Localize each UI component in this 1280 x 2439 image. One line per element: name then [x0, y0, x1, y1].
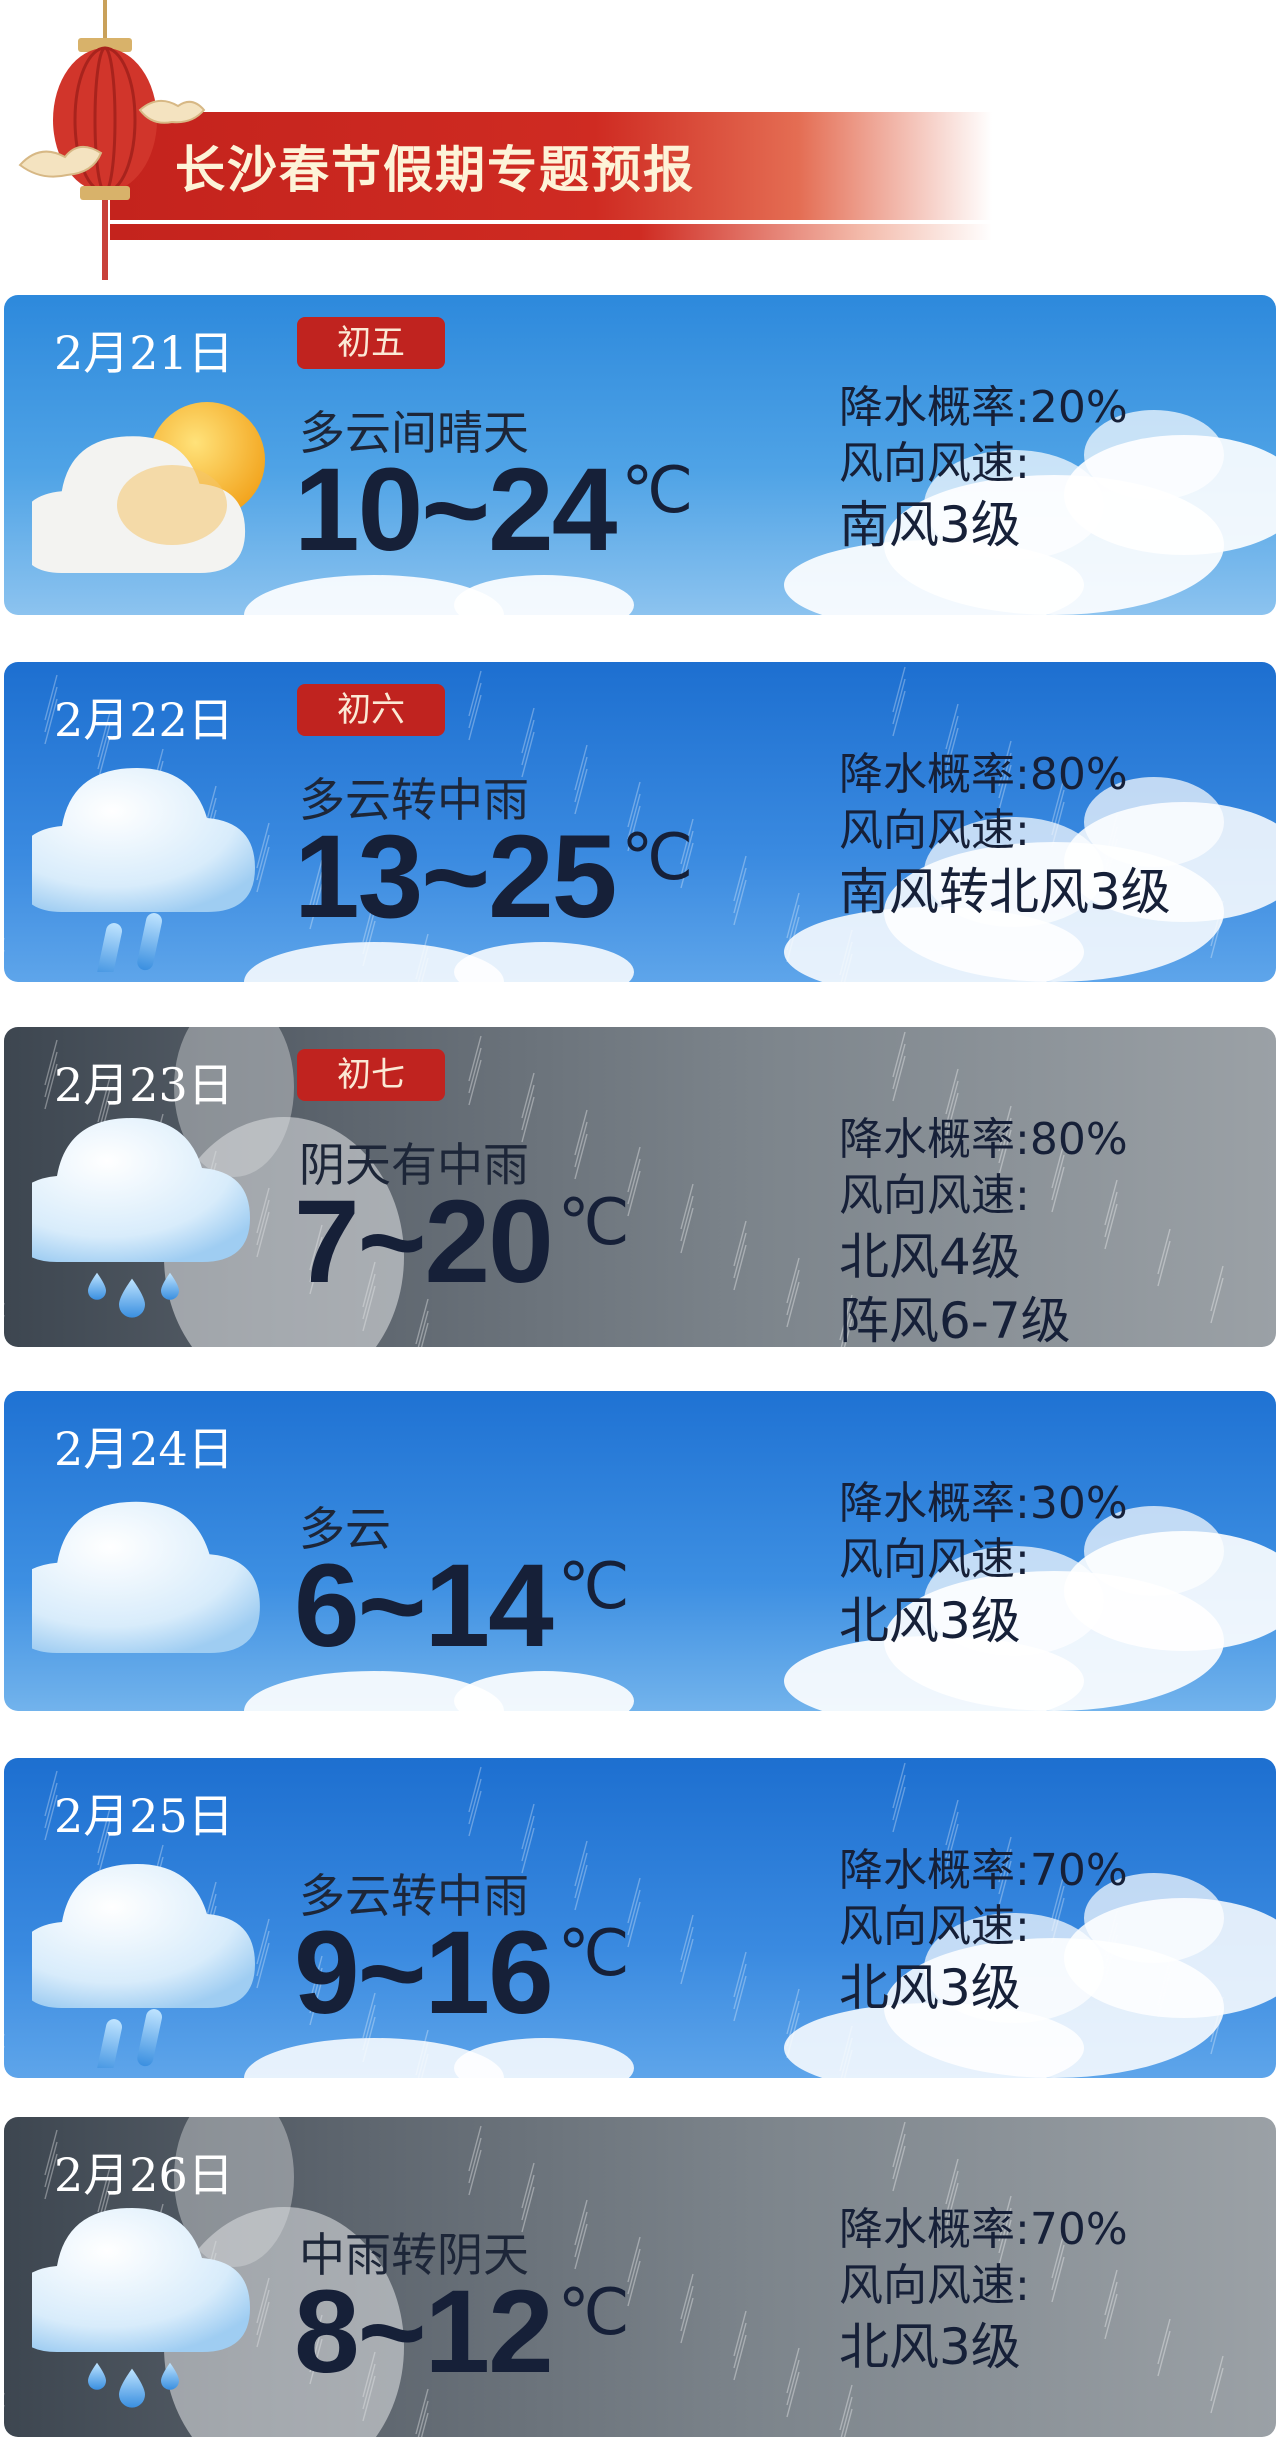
- precip-label: 降水概率:: [839, 1114, 1030, 1165]
- temperature-unit: ℃: [621, 454, 693, 526]
- day-date: 2月22日: [54, 693, 234, 747]
- day-card: 2月25日 多云转中雨 9~16℃ 降水概率:70% 风向风速: 北风3级: [4, 1758, 1276, 2078]
- precip-value: 80%: [1029, 749, 1128, 800]
- temperature-value: 13~25: [294, 811, 617, 943]
- weather-details: 降水概率:70% 风向风速: 北风3级: [839, 1843, 1128, 2019]
- day-card: 2月26日 中雨转阴天 8~12℃ 降水概率:70% 风向风速: 北风3级: [4, 2117, 1276, 2437]
- wind-value: 南风转北风3级: [839, 863, 1171, 921]
- day-date: 2月21日: [54, 326, 234, 380]
- precip-label: 降水概率:: [839, 1845, 1030, 1896]
- day-card: 2月22日 初六 多云转中雨 13~25℃ 降水概率:80% 风向风速: 南风转北风3级: [4, 662, 1276, 982]
- weather-details: 降水概率:70% 风向风速: 北风3级: [839, 2202, 1128, 2378]
- header: 长沙春节假期专题预报: [0, 0, 1000, 290]
- wind-label: 风向风速:: [839, 1534, 1030, 1585]
- temperature-range: 13~25℃: [294, 811, 693, 943]
- forecast-page: 长沙春节假期专题预报 2月21日 初五 多云间晴天 10~24℃ 降水概率:20% 风向…: [0, 0, 1280, 2439]
- wind-value: 北风3级: [839, 1592, 1021, 1650]
- day-card: 2月21日 初五 多云间晴天 10~24℃ 降水概率:20% 风向风速: 南风3级: [4, 295, 1276, 615]
- lunar-date-badge: 初七: [297, 1049, 445, 1101]
- precip-row: 降水概率:70%: [839, 1843, 1128, 1899]
- precip-row: 降水概率:20%: [839, 380, 1128, 436]
- wind-label: 风向风速:: [839, 438, 1030, 489]
- temperature-value: 8~12: [294, 2266, 554, 2398]
- wind-value: 北风3级: [839, 1959, 1021, 2017]
- weather-details: 降水概率:80% 风向风速: 北风4级阵风6-7级: [839, 1112, 1128, 1347]
- day-date: 2月25日: [54, 1789, 234, 1843]
- temperature-unit: ℃: [621, 821, 693, 893]
- precip-row: 降水概率:70%: [839, 2202, 1128, 2258]
- day-date: 2月26日: [54, 2148, 234, 2202]
- cloud-rain-icon: [32, 1864, 255, 2068]
- precip-row: 降水概率:30%: [839, 1476, 1128, 1532]
- wind-value: 北风4级: [839, 1228, 1021, 1286]
- temperature-range: 10~24℃: [294, 444, 693, 576]
- day-card: 2月23日 初七 阴天有中雨 7~20℃ 降水概率:80% 风向风速: 北风4级 阵风6-7…: [4, 1027, 1276, 1347]
- cloud-rain-icon: [32, 768, 255, 972]
- day-date: 2月23日: [54, 1058, 234, 1112]
- precip-value: 70%: [1029, 1845, 1128, 1896]
- wind-label: 风向风速:: [839, 1170, 1030, 1221]
- weather-details: 降水概率:30% 风向风速: 北风3级: [839, 1476, 1128, 1652]
- day-date: 2月24日: [54, 1422, 234, 1476]
- temperature-value: 9~16: [294, 1907, 554, 2039]
- precip-label: 降水概率:: [839, 749, 1030, 800]
- precip-value: 20%: [1029, 382, 1128, 433]
- cloud-drops-icon: [32, 1118, 250, 1318]
- precip-value: 80%: [1029, 1114, 1128, 1165]
- cloud-sun-icon: [32, 402, 265, 573]
- precip-label: 降水概率:: [839, 1478, 1030, 1529]
- page-title: 长沙春节假期专题预报: [175, 141, 695, 199]
- temperature-value: 6~14: [294, 1540, 554, 1672]
- cloud-drops-icon: [32, 2208, 250, 2408]
- day-card: 2月24日 多云 6~14℃ 降水概率:30% 风向风速: 北风3级: [4, 1391, 1276, 1711]
- temperature-range: 6~14℃: [294, 1540, 630, 1672]
- temperature-unit: ℃: [557, 1186, 630, 1258]
- banner-underline: [110, 224, 992, 240]
- weather-details: 降水概率:80% 风向风速: 南风转北风3级: [839, 747, 1171, 923]
- precip-label: 降水概率:: [839, 2204, 1030, 2255]
- temperature-unit: ℃: [557, 1917, 630, 1989]
- lunar-date-badge: 初五: [297, 317, 445, 369]
- precip-label: 降水概率:: [839, 382, 1030, 433]
- temperature-unit: ℃: [557, 2276, 630, 2348]
- weather-details: 降水概率:20% 风向风速: 南风3级: [839, 380, 1128, 556]
- precip-row: 降水概率:80%: [839, 747, 1171, 803]
- wind-label: 风向风速:: [839, 2260, 1030, 2311]
- wind-value: 北风3级: [839, 2318, 1021, 2376]
- precip-value: 70%: [1029, 2204, 1128, 2255]
- wind-label: 风向风速:: [839, 805, 1030, 856]
- precip-row: 降水概率:80%: [839, 1112, 1128, 1168]
- wind-label: 风向风速:: [839, 1901, 1030, 1952]
- wind-value: 阵风6-7级: [839, 1292, 1071, 1347]
- temperature-range: 9~16℃: [294, 1907, 630, 2039]
- temperature-unit: ℃: [557, 1550, 630, 1622]
- temperature-range: 8~12℃: [294, 2266, 630, 2398]
- temperature-value: 10~24: [294, 444, 617, 576]
- wind-value: 南风3级: [839, 496, 1021, 554]
- temperature-range: 7~20℃: [294, 1176, 630, 1308]
- lunar-date-badge: 初六: [297, 684, 445, 736]
- temperature-value: 7~20: [294, 1176, 554, 1308]
- precip-value: 30%: [1029, 1478, 1128, 1529]
- cloud-icon: [32, 1501, 260, 1653]
